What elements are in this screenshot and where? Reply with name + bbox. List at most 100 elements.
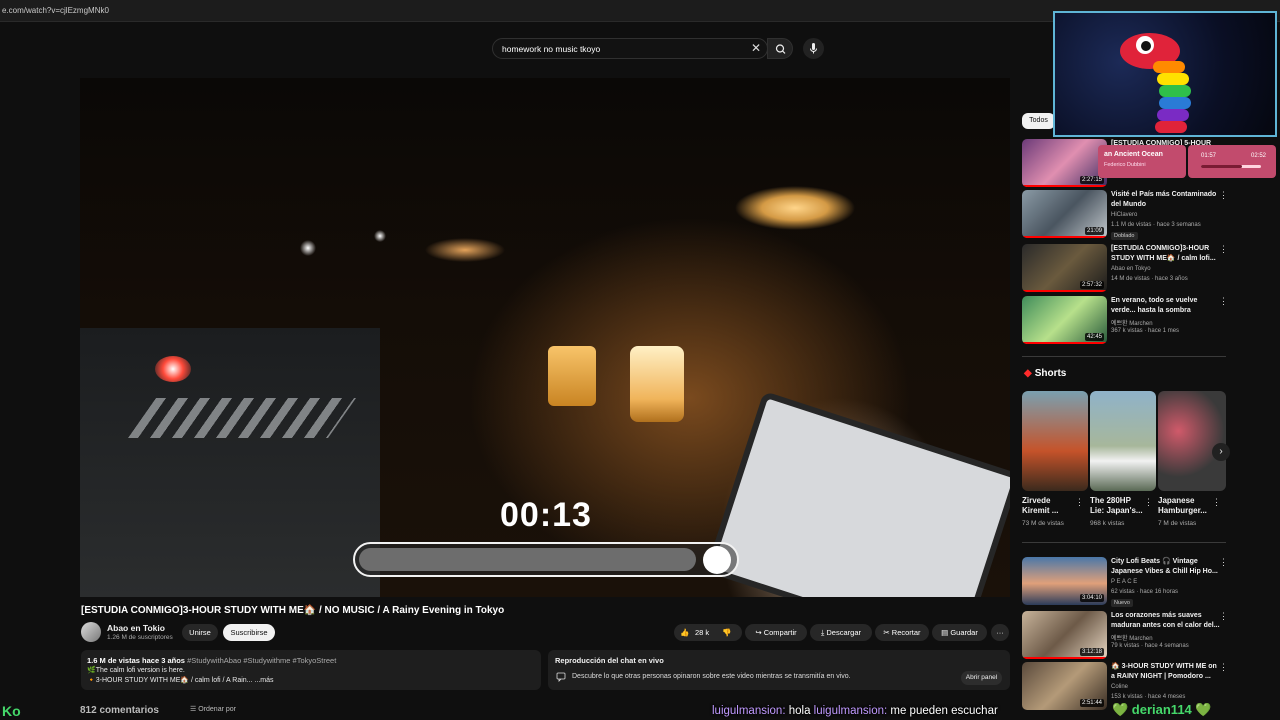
more-options-icon[interactable]: ⋮ [1219, 244, 1228, 255]
recommended-title[interactable]: Visité el País más Contaminado del Mundo [1111, 190, 1221, 210]
channel-name[interactable]: Abao en Tokio [107, 623, 165, 633]
sort-comments-button[interactable]: ☰ Ordenar por [190, 705, 236, 713]
recommended-video[interactable]: 2:51:44 🏠 3-HOUR STUDY WITH ME on a RAIN… [1022, 662, 1232, 710]
recommended-video[interactable]: 3:12:18 Los corazones más suaves maduran… [1022, 611, 1232, 659]
channel-avatar[interactable] [81, 622, 101, 642]
short-title[interactable]: Japanese Hamburger... [1158, 496, 1213, 516]
chat-username: luigulmansion: [813, 705, 888, 717]
video-thumbnail[interactable]: 42:45 [1022, 296, 1107, 344]
watched-progress [1022, 657, 1107, 659]
live-chat-title: Reproducción del chat en vivo [555, 656, 664, 665]
video-duration: 3:04:10 [1079, 594, 1104, 602]
thumbs-down-icon: 👎 [722, 628, 732, 637]
more-options-icon[interactable]: ⋮ [1075, 497, 1084, 508]
shorts-heading: ◆ Shorts [1024, 368, 1066, 379]
shorts-icon: ◆ [1024, 368, 1032, 379]
stream-overlay-logo: Ko [2, 703, 21, 719]
recommended-video[interactable]: 2:57:32 [ESTUDIA CONMIGO]3-HOUR STUDY WI… [1022, 244, 1232, 292]
share-icon: ↪ [755, 628, 764, 637]
short-title[interactable]: The 280HP Lie: Japan's... [1090, 496, 1145, 516]
voice-search-button[interactable] [803, 38, 824, 59]
more-options-icon[interactable]: ⋮ [1219, 611, 1228, 622]
description-link[interactable]: 🔸3-HOUR STUDY WITH ME🏠 / calm lofi / A R… [87, 677, 253, 684]
download-button[interactable]: ⤓ Descargar [810, 624, 872, 641]
clear-search-icon[interactable]: ✕ [749, 41, 763, 55]
video-thumbnail[interactable]: 2:57:32 [1022, 244, 1107, 292]
more-options-icon[interactable]: ⋮ [1219, 296, 1228, 307]
scissors-icon: ✂ [883, 628, 892, 637]
show-more-link[interactable]: ...más [254, 677, 273, 684]
recommended-title[interactable]: 🏠 3-HOUR STUDY WITH ME on a RAINY NIGHT … [1111, 662, 1221, 682]
share-button[interactable]: ↪ Compartir [745, 624, 807, 641]
more-options-icon[interactable]: ⋮ [1219, 190, 1228, 201]
recommended-title[interactable]: En verano, todo se vuelve verde... hasta… [1111, 296, 1221, 316]
description-box[interactable]: 1.6 M de vistas hace 3 años #StudywithAb… [81, 650, 541, 690]
description-line: 🌿The calm lofi version is here. [87, 667, 185, 674]
recommended-channel[interactable]: 예쁘환 Marchen [1111, 633, 1153, 642]
search-button[interactable] [767, 38, 793, 59]
hashtags[interactable]: #StudywithAbao #Studywithme #TokyoStreet [187, 656, 336, 665]
recommended-meta: 1.1 M de vistas · hace 3 semanas [1111, 222, 1201, 228]
video-duration: 2:57:32 [1079, 281, 1104, 289]
like-button[interactable]: 👍 28 k [674, 624, 714, 641]
street-scene [80, 328, 380, 597]
recommended-video[interactable]: 3:04:10 City Lofi Beats 🎧 Vintage Japane… [1022, 557, 1232, 607]
chevron-right-icon[interactable]: › [1212, 443, 1230, 461]
recommended-title[interactable]: Los corazones más suaves maduran antes c… [1111, 611, 1221, 631]
recommended-meta: 14 M de vistas · hace 3 años [1111, 276, 1188, 282]
recommended-video[interactable]: 42:45 En verano, todo se vuelve verde...… [1022, 296, 1232, 344]
microphone-icon [810, 43, 817, 54]
video-player[interactable]: 00:13 [80, 78, 1010, 597]
video-thumbnail[interactable]: 2:51:44 [1022, 662, 1107, 710]
recommended-channel[interactable]: 예쁘환 Marchen [1111, 318, 1153, 327]
more-options-icon[interactable]: ⋮ [1219, 662, 1228, 673]
recommended-channel[interactable]: P E A C E [1111, 579, 1137, 585]
url-text[interactable]: e.com/watch?v=cjlEzmgMNk0 [2, 6, 109, 15]
recommended-channel[interactable]: Coline [1111, 684, 1128, 690]
more-options-icon[interactable]: ⋮ [1144, 497, 1153, 508]
short-title[interactable]: Zirvede Kiremit ... [1022, 496, 1077, 516]
short-views: 7 M de vistas [1158, 520, 1197, 527]
recommended-title[interactable]: [ESTUDIA CONMIGO]3-HOUR STUDY WITH ME🏠 /… [1111, 244, 1221, 264]
timer-progress-bar [353, 542, 739, 577]
short-thumbnail[interactable] [1090, 391, 1156, 491]
subscriber-count: 1.26 M de suscriptores [107, 634, 173, 641]
recommended-channel[interactable]: Abao en Tokyo [1111, 266, 1151, 272]
short-thumbnail[interactable] [1158, 391, 1226, 491]
recommended-video[interactable]: 21:09 Visité el País más Contaminado del… [1022, 190, 1232, 240]
music-progress-fill [1201, 165, 1242, 168]
song-artist: Federico Dubbini [1104, 162, 1146, 168]
more-actions-button[interactable]: ··· [991, 624, 1009, 641]
recommended-channel[interactable]: HiClavero [1111, 212, 1137, 218]
video-title: [ESTUDIA CONMIGO]3-HOUR STUDY WITH ME🏠 /… [81, 605, 505, 616]
dislike-button[interactable]: 👎 [722, 624, 731, 641]
recommended-meta: 79 k vistas · hace 4 semanas [1111, 643, 1189, 649]
video-duration: 3:12:18 [1079, 648, 1104, 656]
live-chat-replay-box: Reproducción del chat en vivo Descubre l… [548, 650, 1010, 690]
more-options-icon[interactable]: ⋮ [1219, 557, 1228, 568]
filter-chip-all[interactable]: Todos [1022, 113, 1055, 129]
subscribe-button[interactable]: Suscribirse [223, 624, 275, 641]
like-dislike-group: 👍 28 k 👎 [674, 624, 742, 641]
live-chat-description: Descubre lo que otras personas opinaron … [572, 673, 851, 680]
recommended-title[interactable]: City Lofi Beats 🎧 Vintage Japanese Vibes… [1111, 557, 1221, 577]
webcam-overlay [1053, 11, 1277, 137]
save-button[interactable]: ▤ Guardar [932, 624, 987, 641]
crosswalk [127, 398, 357, 438]
watched-progress [1022, 185, 1107, 187]
share-label: Compartir [763, 628, 797, 637]
sock-puppet-image [1120, 33, 1191, 133]
video-thumbnail[interactable]: 2:27:15 [1022, 139, 1107, 187]
open-panel-button[interactable]: Abrir panel [961, 671, 1002, 685]
search-query[interactable]: homework no music tkoyo [502, 44, 600, 54]
video-thumbnail[interactable]: 3:12:18 [1022, 611, 1107, 659]
clip-button[interactable]: ✂ Recortar [875, 624, 929, 641]
search-input[interactable]: homework no music tkoyo ✕ [492, 38, 768, 59]
short-views: 968 k vistas [1090, 520, 1125, 527]
join-button[interactable]: Unirse [182, 624, 218, 641]
short-thumbnail[interactable] [1022, 391, 1088, 491]
now-playing-widget: an Ancient Ocean Federico Dubbini [1098, 145, 1186, 178]
video-thumbnail[interactable]: 21:09 [1022, 190, 1107, 238]
video-thumbnail[interactable]: 3:04:10 [1022, 557, 1107, 605]
more-options-icon[interactable]: ⋮ [1212, 497, 1221, 508]
